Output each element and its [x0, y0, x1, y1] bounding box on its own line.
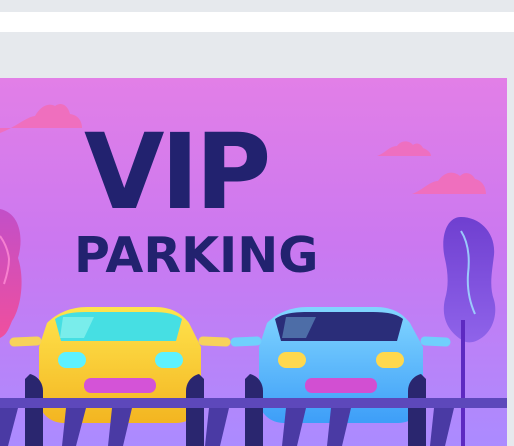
top-gray-bar: [0, 0, 514, 12]
headline-text: VIP: [84, 111, 267, 233]
page: VIP PARKING: [0, 0, 514, 446]
subheadline-text: PARKING: [74, 227, 319, 284]
illustration-svg: VIP PARKING: [0, 78, 507, 446]
vip-parking-illustration: VIP PARKING: [0, 78, 507, 446]
content-header-band: [0, 32, 514, 78]
top-white-strip: [0, 12, 514, 32]
